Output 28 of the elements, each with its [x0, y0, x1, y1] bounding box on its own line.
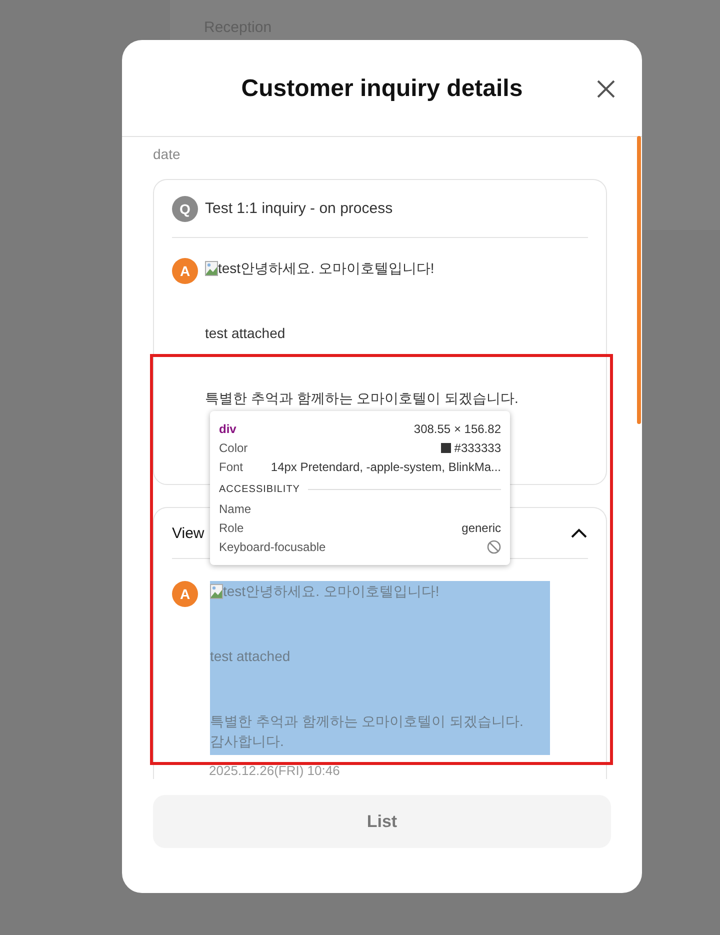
scrollbar-thumb[interactable]	[637, 136, 641, 424]
answer-date: 2025.12.26(FRI) 10:46	[209, 763, 341, 778]
property-label: Color	[219, 440, 248, 454]
history-title: View	[172, 524, 204, 542]
list-button[interactable]: List	[153, 795, 611, 848]
collapse-chevron-icon[interactable]	[570, 527, 588, 539]
field-label: date	[153, 146, 180, 164]
property-label: Font	[219, 460, 244, 474]
broken-image-icon	[210, 584, 223, 598]
property-label: Name	[219, 502, 252, 516]
property-label: Keyboard-focusable	[219, 540, 326, 554]
property-value: #333333	[441, 440, 501, 454]
answer-text: test안녕하세요. 오마이호텔입니다! test attached 특별한 추억과 함께하는 오마이호텔이 되겠습니다.	[205, 259, 518, 408]
answer-badge: A	[172, 581, 198, 607]
element-tag: div	[219, 422, 236, 436]
close-icon[interactable]	[596, 79, 616, 99]
answer-badge: A	[172, 258, 198, 284]
modal-title: Customer inquiry details	[241, 75, 523, 103]
section-heading: ACCESSIBILITY	[219, 484, 300, 495]
property-label: Role	[219, 520, 244, 534]
element-size: 308.55 × 156.82	[414, 422, 501, 436]
question-text: Test 1:1 inquiry - on process	[205, 200, 393, 217]
color-swatch-icon	[441, 442, 452, 452]
question-badge: Q	[172, 196, 198, 222]
property-value: 14px Pretendard, -apple-system, BlinkMa...	[270, 460, 501, 474]
broken-image-icon	[205, 260, 218, 276]
property-value: generic	[462, 520, 501, 534]
highlighted-answer-text: test안녕하세요. 오마이호텔입니다! test attached 특별한 추억과 함께하는 오마이호텔이 되겠습니다. 감사합니다.	[210, 581, 550, 755]
